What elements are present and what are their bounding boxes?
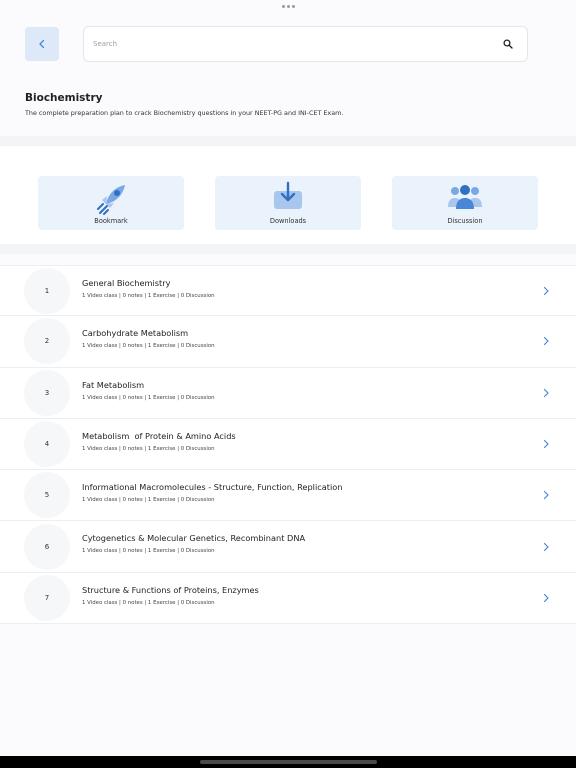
downloads-label: Downloads bbox=[269, 217, 307, 225]
chapter-meta: 1 Video class | 0 notes | 1 Exercise | 0… bbox=[82, 445, 215, 452]
chapter-row[interactable]: 5 Informational Macromolecules - Structu… bbox=[0, 470, 576, 522]
chapter-title: Informational Macromolecules - Structure… bbox=[82, 482, 343, 493]
bookmark-card[interactable]: Bookmark bbox=[38, 176, 184, 230]
chapter-row[interactable]: 4 Metabolism of Protein & Amino Acids 1 … bbox=[0, 419, 576, 471]
chevron-left-icon bbox=[39, 39, 45, 49]
chapter-list: 1 General Biochemistry 1 Video class | 0… bbox=[0, 265, 576, 625]
home-indicator[interactable] bbox=[200, 760, 377, 764]
search-input[interactable] bbox=[93, 40, 503, 48]
chapter-number: 7 bbox=[24, 574, 70, 621]
chapter-meta: 1 Video class | 0 notes | 1 Exercise | 0… bbox=[82, 548, 215, 555]
chevron-right-icon bbox=[543, 491, 549, 500]
chapter-row[interactable]: 6 Cytogenetics & Molecular Genetics, Rec… bbox=[0, 521, 576, 573]
chapter-number: 1 bbox=[24, 267, 70, 314]
page-title: Biochemistry bbox=[25, 92, 103, 104]
users-icon bbox=[448, 185, 482, 209]
discussion-card[interactable]: Discussion bbox=[392, 176, 538, 230]
downloads-card[interactable]: Downloads bbox=[215, 176, 361, 230]
chevron-right-icon bbox=[543, 593, 549, 603]
chevron-right-icon bbox=[543, 439, 549, 449]
chapter-title: Carbohydrate Metabolism bbox=[82, 328, 189, 339]
rocket-icon bbox=[97, 185, 125, 215]
chevron-right-icon bbox=[543, 286, 549, 295]
back-button[interactable] bbox=[25, 27, 59, 61]
chapter-row[interactable]: 3 Fat Metabolism 1 Video class | 0 notes… bbox=[0, 368, 576, 419]
chevron-right-icon bbox=[543, 542, 549, 551]
chapter-number: 5 bbox=[24, 472, 70, 519]
chapter-meta: 1 Video class | 0 notes | 1 Exercise | 0… bbox=[82, 599, 215, 606]
chapter-meta: 1 Video class | 0 notes | 1 Exercise | 0… bbox=[82, 343, 215, 350]
chapter-number: 4 bbox=[24, 421, 70, 468]
chapter-meta: 1 Video class | 0 notes | 1 Exercise | 0… bbox=[82, 394, 215, 401]
chapter-number: 6 bbox=[24, 523, 70, 570]
chapter-title: Fat Metabolism bbox=[82, 379, 145, 390]
search-icon[interactable] bbox=[503, 39, 513, 49]
multitask-dots[interactable] bbox=[282, 5, 295, 8]
chapter-row[interactable]: 1 General Biochemistry 1 Video class | 0… bbox=[0, 265, 576, 317]
search-bar[interactable] bbox=[83, 26, 528, 62]
chapter-number: 3 bbox=[24, 369, 70, 416]
chapter-title: General Biochemistry bbox=[82, 278, 171, 288]
chapter-title: Cytogenetics & Molecular Genetics, Recom… bbox=[82, 533, 306, 544]
chapter-row[interactable]: 7 Structure & Functions of Proteins, Enz… bbox=[0, 573, 576, 625]
bookmark-label: Bookmark bbox=[94, 217, 128, 225]
chapter-row[interactable]: 2 Carbohydrate Metabolism 1 Video class … bbox=[0, 316, 576, 368]
chapter-meta: 1 Video class | 0 notes | 1 Exercise | 0… bbox=[82, 293, 215, 299]
page-subtitle: The complete preparation plan to crack B… bbox=[25, 109, 344, 117]
discussion-label: Discussion bbox=[447, 217, 483, 225]
download-icon bbox=[274, 181, 302, 209]
chapter-title: Structure & Functions of Proteins, Enzym… bbox=[82, 584, 259, 595]
chevron-right-icon bbox=[543, 388, 549, 397]
chapter-meta: 1 Video class | 0 notes | 1 Exercise | 0… bbox=[82, 497, 215, 504]
chapter-number: 2 bbox=[24, 318, 70, 365]
chevron-right-icon bbox=[543, 337, 549, 346]
chapter-title: Metabolism of Protein & Amino Acids bbox=[82, 430, 236, 441]
